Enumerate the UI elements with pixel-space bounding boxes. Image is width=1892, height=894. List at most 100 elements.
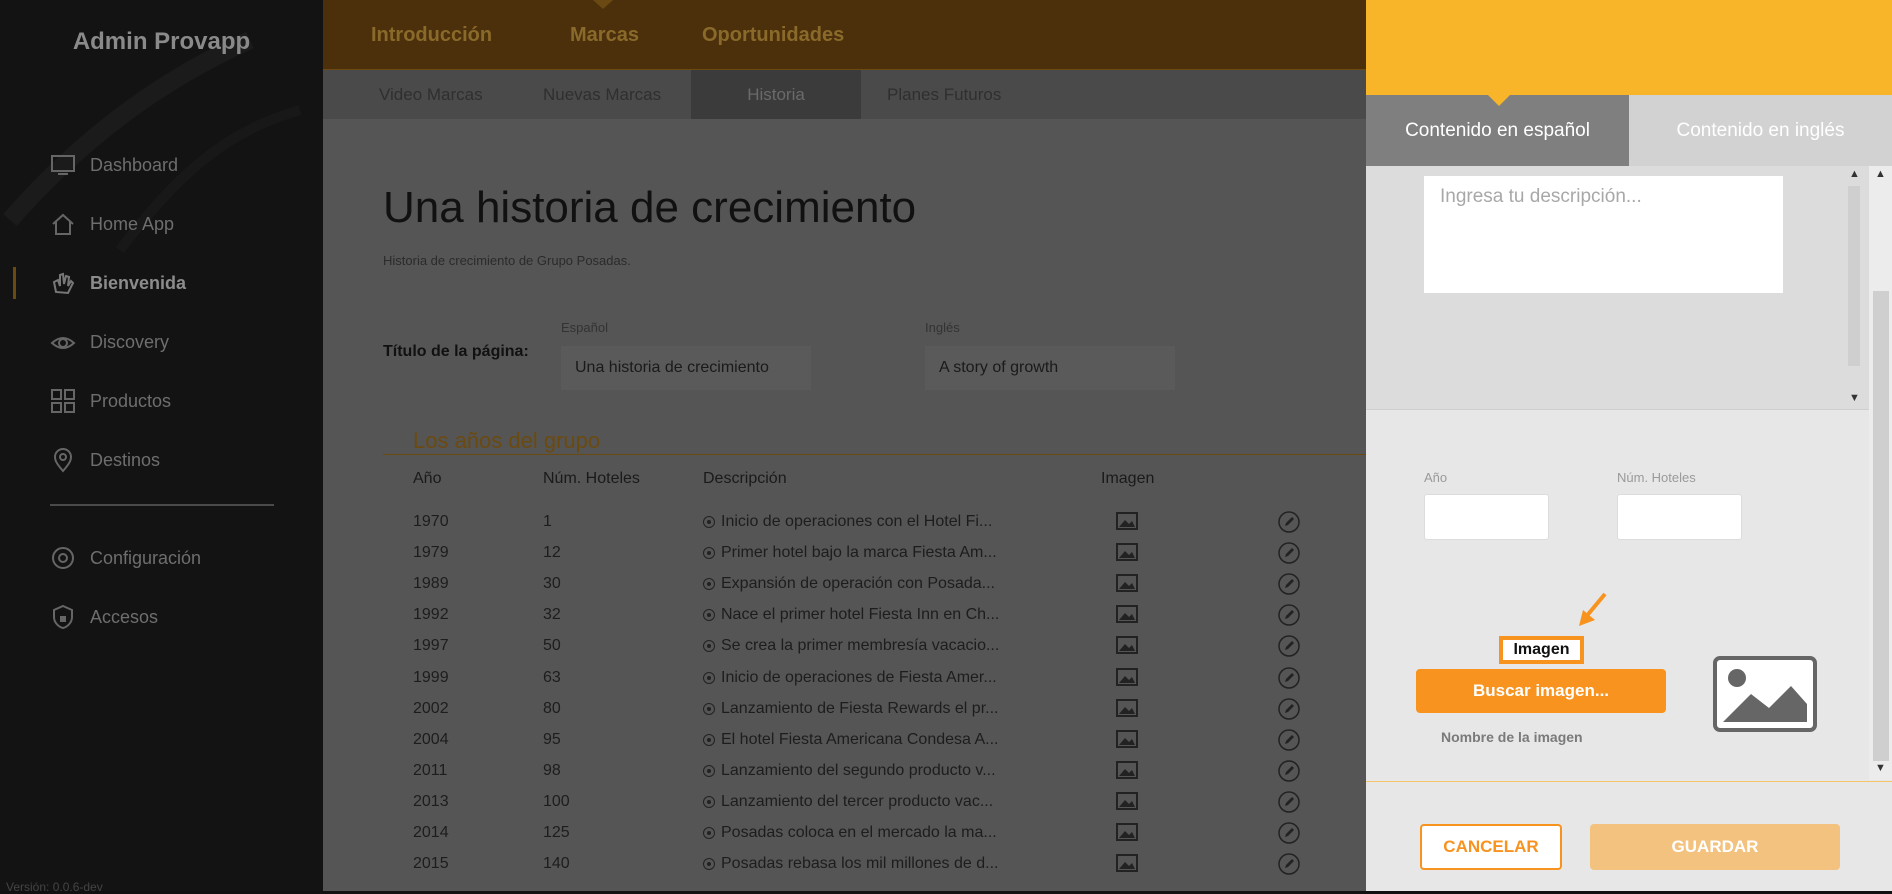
sidebar-item-label: Configuración (90, 547, 202, 568)
description-cell: Nace el primer hotel Fiesta Inn en Ch... (703, 606, 999, 624)
edit-icon[interactable] (1278, 853, 1300, 880)
eye-icon (50, 329, 76, 355)
tab-oportunidades[interactable]: Oportunidades (702, 24, 844, 47)
search-image-button[interactable]: Buscar imagen... (1416, 669, 1666, 713)
image-thumbnail-icon[interactable] (1116, 823, 1138, 846)
image-thumbnail-icon[interactable] (1116, 760, 1138, 784)
map-pin-icon (50, 447, 76, 473)
sidebar-item-productos[interactable]: Productos (50, 386, 171, 416)
year-input[interactable] (1424, 494, 1549, 540)
description-cell: Se crea la primer membresía vacacio... (703, 637, 999, 655)
panel-header (1366, 0, 1892, 95)
bullet-icon (703, 609, 715, 622)
edit-icon[interactable] (1278, 604, 1300, 631)
image-thumbnail-icon[interactable] (1116, 512, 1138, 535)
subtab-historia[interactable]: Historia (691, 70, 861, 119)
sidebar-item-dashboard[interactable]: Dashboard (50, 150, 178, 180)
sidebar-item-discovery[interactable]: Discovery (50, 327, 169, 357)
year-cell: 1999 (413, 668, 449, 686)
subtab-nuevas-marcas[interactable]: Nuevas Marcas (543, 70, 661, 119)
image-label: Imagen (1499, 636, 1584, 664)
table-row: 1999 63 Inicio de operaciones de Fiesta Am… (323, 663, 1366, 694)
column-header-description: Descripción (703, 470, 787, 487)
table-row: 1997 50 Se crea la primer membresía vacaci… (323, 631, 1366, 662)
description-scrollbar[interactable]: ▲ ▼ (1841, 166, 1867, 410)
hotels-input[interactable] (1617, 494, 1742, 540)
edit-icon[interactable] (1278, 760, 1300, 787)
table-row: 1970 1 Inicio de operaciones con el Hotel … (323, 507, 1366, 538)
scroll-thumb[interactable] (1848, 186, 1860, 366)
sidebar-item-destinos[interactable]: Destinos (50, 445, 160, 475)
tab-introduccion[interactable]: Introducción (371, 24, 492, 47)
description-text: Se crea la primer membresía vacacio... (721, 637, 1000, 655)
image-thumbnail-icon[interactable] (1116, 605, 1138, 628)
description-textarea[interactable] (1424, 176, 1783, 293)
image-thumbnail-icon[interactable] (1116, 543, 1138, 566)
edit-icon[interactable] (1278, 635, 1300, 662)
scroll-up-icon[interactable]: ▲ (1849, 168, 1860, 180)
hotels-cell: 140 (543, 855, 570, 873)
image-thumbnail-icon[interactable] (1116, 729, 1138, 753)
sidebar-item-bienvenida[interactable]: Bienvenida (50, 268, 186, 298)
title-es-field[interactable]: Una historia de crecimiento (561, 346, 811, 390)
description-section: ▲ ▼ (1366, 166, 1869, 410)
image-thumbnail-icon[interactable] (1116, 574, 1138, 597)
bullet-icon (703, 671, 715, 684)
sidebar-item-label: Bienvenida (90, 272, 187, 293)
sidebar-item-configuracion[interactable]: Configuración (50, 543, 201, 573)
table-row: 2013 100 Lanzamiento del tercer producto v… (323, 787, 1366, 818)
year-cell: 1992 (413, 606, 449, 624)
table-row: 2004 95 El hotel Fiesta Americana Condesa … (323, 725, 1366, 756)
table-row: 2011 98 Lanzamiento del segundo producto v… (323, 756, 1366, 787)
scroll-down-icon[interactable]: ▼ (1875, 762, 1886, 774)
subtab-video-marcas[interactable]: Video Marcas (379, 70, 483, 119)
scroll-up-icon[interactable]: ▲ (1875, 168, 1886, 180)
hotels-cell: 100 (543, 792, 570, 810)
scroll-thumb[interactable] (1873, 291, 1889, 761)
sidebar-item-label: Accesos (90, 606, 159, 627)
image-thumbnail-icon[interactable] (1116, 698, 1138, 722)
table-row: 2014 125 Posadas coloca en el mercado la m… (323, 818, 1366, 849)
year-cell: 1970 (413, 513, 449, 530)
table-row: 1989 30 Expansión de operación con Posada.… (323, 569, 1366, 600)
description-text: Lanzamiento del segundo producto v... (721, 761, 996, 779)
panel-tabs: Contenido en español Contenido en inglés (1366, 95, 1892, 166)
tab-marcas[interactable]: Marcas (570, 24, 639, 47)
active-tab-caret-icon (1488, 95, 1510, 106)
edit-icon[interactable] (1278, 822, 1300, 849)
description-text: El hotel Fiesta Americana Condesa A... (721, 730, 999, 748)
save-button[interactable]: GUARDAR (1590, 824, 1840, 870)
image-thumbnail-icon[interactable] (1116, 791, 1138, 815)
description-cell: Lanzamiento del segundo producto v... (703, 762, 996, 780)
table-row: 2015 140 Posadas rebasa los mil millones d… (323, 849, 1366, 880)
description-text: Primer hotel bajo la marca Fiesta Am... (721, 544, 997, 562)
hotels-cell: 98 (543, 761, 561, 779)
title-en-field[interactable]: A story of growth (925, 346, 1175, 390)
hotels-cell: 63 (543, 668, 561, 686)
cancel-button[interactable]: CANCELAR (1420, 824, 1562, 870)
bullet-icon (703, 702, 715, 715)
image-thumbnail-icon[interactable] (1116, 667, 1138, 691)
sidebar-item-accesos[interactable]: Accesos (50, 602, 158, 632)
description-cell: Expansión de operación con Posada... (703, 575, 995, 593)
bullet-icon (703, 858, 715, 871)
monitor-icon (50, 152, 76, 178)
edit-icon[interactable] (1278, 697, 1300, 725)
edit-icon[interactable] (1278, 666, 1300, 694)
year-label: Año (1424, 470, 1448, 485)
hotels-cell: 50 (543, 637, 561, 655)
description-cell: Lanzamiento de Fiesta Rewards el pr... (703, 700, 998, 718)
subtab-planes-futuros[interactable]: Planes Futuros (887, 70, 1001, 119)
edit-icon[interactable] (1278, 542, 1300, 569)
edit-icon[interactable] (1278, 573, 1300, 600)
image-thumbnail-icon[interactable] (1116, 854, 1138, 877)
edit-icon[interactable] (1278, 728, 1300, 756)
tab-contenido-ingles[interactable]: Contenido en inglés (1629, 95, 1892, 166)
sidebar-item-home-app[interactable]: Home App (50, 209, 174, 239)
image-thumbnail-icon[interactable] (1116, 636, 1138, 659)
edit-icon[interactable] (1278, 511, 1300, 538)
sidebar-item-label: Discovery (90, 331, 170, 352)
panel-scrollbar[interactable]: ▲ ▼ (1869, 166, 1892, 780)
edit-icon[interactable] (1278, 791, 1300, 818)
scroll-down-icon[interactable]: ▼ (1849, 392, 1860, 404)
